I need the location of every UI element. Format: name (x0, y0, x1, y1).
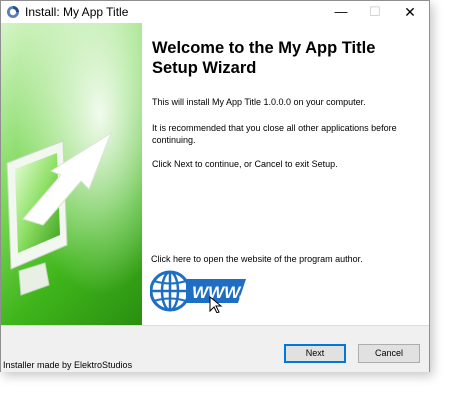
monitor-arrow-icon (1, 23, 142, 325)
welcome-page: Welcome to the My App Title Setup Wizard… (142, 23, 429, 325)
button-bar: Next Cancel Installer made by ElektroStu… (1, 325, 429, 372)
author-website-link[interactable]: Click here to open the website of the pr… (151, 254, 363, 264)
globe-www-icon[interactable]: WWW. (150, 269, 250, 313)
installer-credit: Installer made by ElektroStudios (3, 360, 133, 370)
installer-window: Install: My App Title — ☐ ✕ Welcome to t… (0, 0, 430, 372)
recommendation-text: It is recommended that you close all oth… (152, 123, 397, 145)
window-title: Install: My App Title (25, 5, 129, 19)
install-info-text: This will install My App Title 1.0.0.0 o… (152, 97, 366, 107)
page-title: Welcome to the My App Title Setup Wizard (152, 39, 376, 77)
minimize-button[interactable]: — (324, 1, 358, 23)
title-bar: Install: My App Title — ☐ ✕ (1, 1, 429, 23)
maximize-button[interactable]: ☐ (358, 1, 392, 23)
installer-app-icon (7, 6, 19, 18)
www-label: WWW. (192, 283, 244, 302)
cancel-button[interactable]: Cancel (358, 344, 420, 363)
wizard-banner (1, 23, 142, 325)
close-button[interactable]: ✕ (393, 1, 427, 23)
instruction-text: Click Next to continue, or Cancel to exi… (152, 159, 338, 169)
next-button[interactable]: Next (284, 344, 346, 363)
